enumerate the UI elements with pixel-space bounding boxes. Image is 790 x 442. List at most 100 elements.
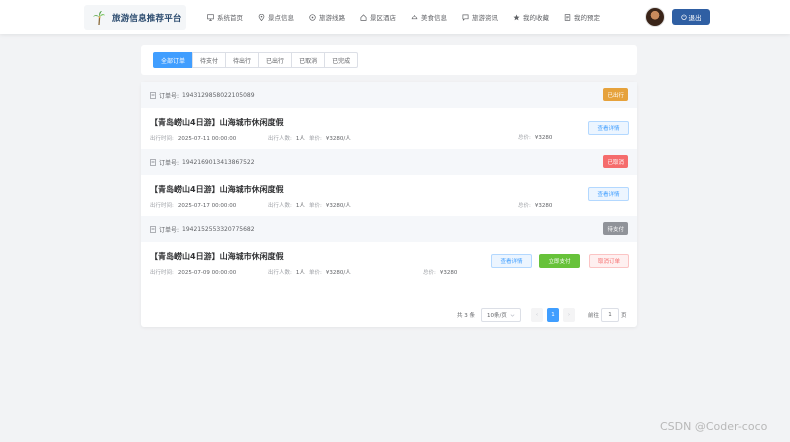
total-label: 总价: — [423, 270, 436, 276]
nav-item-home[interactable]: 系统首页 — [207, 12, 243, 22]
order-item: 订单号: 1942169013413867522 已取消 【青岛崂山4日游】山海… — [141, 149, 637, 215]
travel-time-label: 出行时间: — [150, 270, 174, 276]
nav-label: 我的收藏 — [523, 14, 549, 22]
star-icon — [513, 14, 520, 20]
user-avatar[interactable] — [645, 7, 665, 27]
order-list-card: 订单号: 1943129858022105089 已出行 【青岛崂山4日游】山海… — [141, 82, 637, 327]
price-label: 单价: — [309, 203, 322, 209]
route-icon — [309, 13, 316, 21]
page-number-current[interactable]: 1 — [547, 308, 559, 322]
top-navbar: 旅游信息推荐平台 系统首页 景点信息 旅游线路 景区酒店 美食信息 旅游资讯 我… — [0, 0, 790, 34]
total-price: 总价: ¥3280 — [423, 268, 457, 276]
view-detail-button[interactable]: 查看详情 — [491, 254, 532, 268]
main-nav: 系统首页 景点信息 旅游线路 景区酒店 美食信息 旅游资讯 我的收藏 我的预定 — [207, 0, 615, 34]
logout-button[interactable]: 退出 — [672, 9, 710, 25]
order-title: 【青岛崂山4日游】山海城市休闲度假 — [150, 185, 284, 194]
nav-item-bookings[interactable]: 我的预定 — [564, 12, 600, 22]
watermark: CSDN @Coder-coco — [660, 420, 768, 433]
order-header: 订单号: 1943129858022105089 已出行 — [141, 82, 637, 108]
people-value: 1人 — [295, 270, 305, 276]
location-icon — [258, 13, 265, 21]
order-number: 1943129858022105089 — [182, 91, 255, 99]
order-number-label: 订单号: — [159, 226, 180, 234]
nav-label: 旅游线路 — [319, 14, 345, 22]
nav-item-hotels[interactable]: 景区酒店 — [360, 12, 396, 22]
status-badge: 已出行 — [603, 88, 628, 101]
total-price: 总价: ¥3280 — [518, 201, 552, 209]
nav-label: 景区酒店 — [370, 14, 396, 22]
order-filter-card: 全部订单 待支付 待出行 已出行 已取消 已完成 — [141, 45, 637, 75]
unit-price: 单价: ¥3280/人 — [309, 268, 351, 276]
people-label: 出行人数: — [268, 136, 292, 142]
nav-item-news[interactable]: 旅游资讯 — [462, 12, 498, 22]
tab-cancelled[interactable]: 已取消 — [291, 52, 326, 68]
pagination-total: 共 3 条 — [457, 313, 475, 319]
order-number-label: 订单号: — [159, 92, 180, 100]
people-count: 出行人数: 1人 — [268, 201, 305, 209]
nav-item-routes[interactable]: 旅游线路 — [309, 12, 345, 22]
order-body: 【青岛崂山4日游】山海城市休闲度假 出行时间: 2025-07-17 00:00:… — [141, 175, 637, 215]
status-badge: 待支付 — [603, 222, 628, 235]
food-icon — [411, 14, 418, 19]
page-size-select[interactable]: 10条/页 — [481, 308, 521, 322]
total-value: ¥3280 — [534, 135, 553, 141]
total-price: 总价: ¥3280 — [518, 133, 552, 141]
news-icon — [462, 14, 469, 21]
cancel-order-button[interactable]: 取消订单 — [589, 254, 629, 268]
people-count: 出行人数: 1人 — [268, 268, 305, 276]
travel-time: 出行时间: 2025-07-09 00:00:00 — [150, 268, 236, 276]
tab-traveled[interactable]: 已出行 — [258, 52, 293, 68]
nav-label: 美食信息 — [421, 14, 447, 22]
people-value: 1人 — [295, 203, 305, 209]
pagination: 共 3 条 10条/页 ‹ 1 › 前往 1 页 — [141, 308, 637, 322]
travel-time: 出行时间: 2025-07-17 00:00:00 — [150, 201, 236, 209]
page-size-value: 10条/页 — [487, 313, 507, 319]
logout-icon — [680, 14, 687, 20]
nav-label: 系统首页 — [217, 14, 243, 22]
monitor-icon — [207, 13, 214, 21]
document-icon — [150, 225, 156, 233]
goto-page-input[interactable]: 1 — [601, 308, 619, 322]
travel-time: 出行时间: 2025-07-11 00:00:00 — [150, 134, 236, 142]
total-value: ¥3280 — [534, 203, 553, 209]
tab-all[interactable]: 全部订单 — [153, 52, 194, 68]
house-icon — [360, 13, 367, 21]
view-detail-button[interactable]: 查看详情 — [588, 187, 629, 201]
palm-tree-icon — [93, 10, 105, 25]
people-count: 出行人数: 1人 — [268, 134, 305, 142]
nav-label: 我的预定 — [574, 14, 600, 22]
goto-label: 前往 — [588, 313, 600, 319]
site-logo[interactable]: 旅游信息推荐平台 — [84, 5, 186, 30]
total-value: ¥3280 — [439, 270, 458, 276]
next-page-button[interactable]: › — [563, 308, 575, 322]
order-status-tabs: 全部订单 待支付 待出行 已出行 已取消 已完成 — [153, 52, 359, 68]
order-item: 订单号: 1942152553320775682 待支付 【青岛崂山4日游】山海… — [141, 216, 637, 282]
price-label: 单价: — [309, 270, 322, 276]
nav-item-attractions[interactable]: 景点信息 — [258, 12, 294, 22]
unit-price: 单价: ¥3280/人 — [309, 201, 351, 209]
total-label: 总价: — [518, 203, 531, 209]
chevron-down-icon — [510, 313, 515, 317]
travel-time-label: 出行时间: — [150, 203, 174, 209]
prev-page-button[interactable]: ‹ — [531, 308, 543, 322]
pay-now-button[interactable]: 立即支付 — [539, 254, 580, 268]
document-icon — [150, 158, 156, 166]
page-suffix: 页 — [621, 313, 627, 319]
order-title: 【青岛崂山4日游】山海城市休闲度假 — [150, 118, 284, 127]
tab-pending-travel[interactable]: 待出行 — [225, 52, 260, 68]
travel-time-value: 2025-07-11 00:00:00 — [177, 136, 237, 142]
status-badge: 已取消 — [603, 155, 628, 168]
unit-price: 单价: ¥3280/人 — [309, 134, 351, 142]
logout-label: 退出 — [688, 14, 702, 22]
nav-item-favorites[interactable]: 我的收藏 — [513, 12, 549, 22]
order-number: 1942169013413867522 — [182, 158, 255, 166]
view-detail-button[interactable]: 查看详情 — [588, 121, 629, 135]
tab-pending-payment[interactable]: 待支付 — [192, 52, 227, 68]
nav-label: 景点信息 — [268, 14, 294, 22]
people-value: 1人 — [295, 136, 305, 142]
price-value: ¥3280/人 — [325, 203, 351, 209]
tab-completed[interactable]: 已完成 — [324, 52, 359, 68]
order-number-label: 订单号: — [159, 159, 180, 167]
nav-item-food[interactable]: 美食信息 — [411, 12, 447, 22]
order-item: 订单号: 1943129858022105089 已出行 【青岛崂山4日游】山海… — [141, 82, 637, 148]
